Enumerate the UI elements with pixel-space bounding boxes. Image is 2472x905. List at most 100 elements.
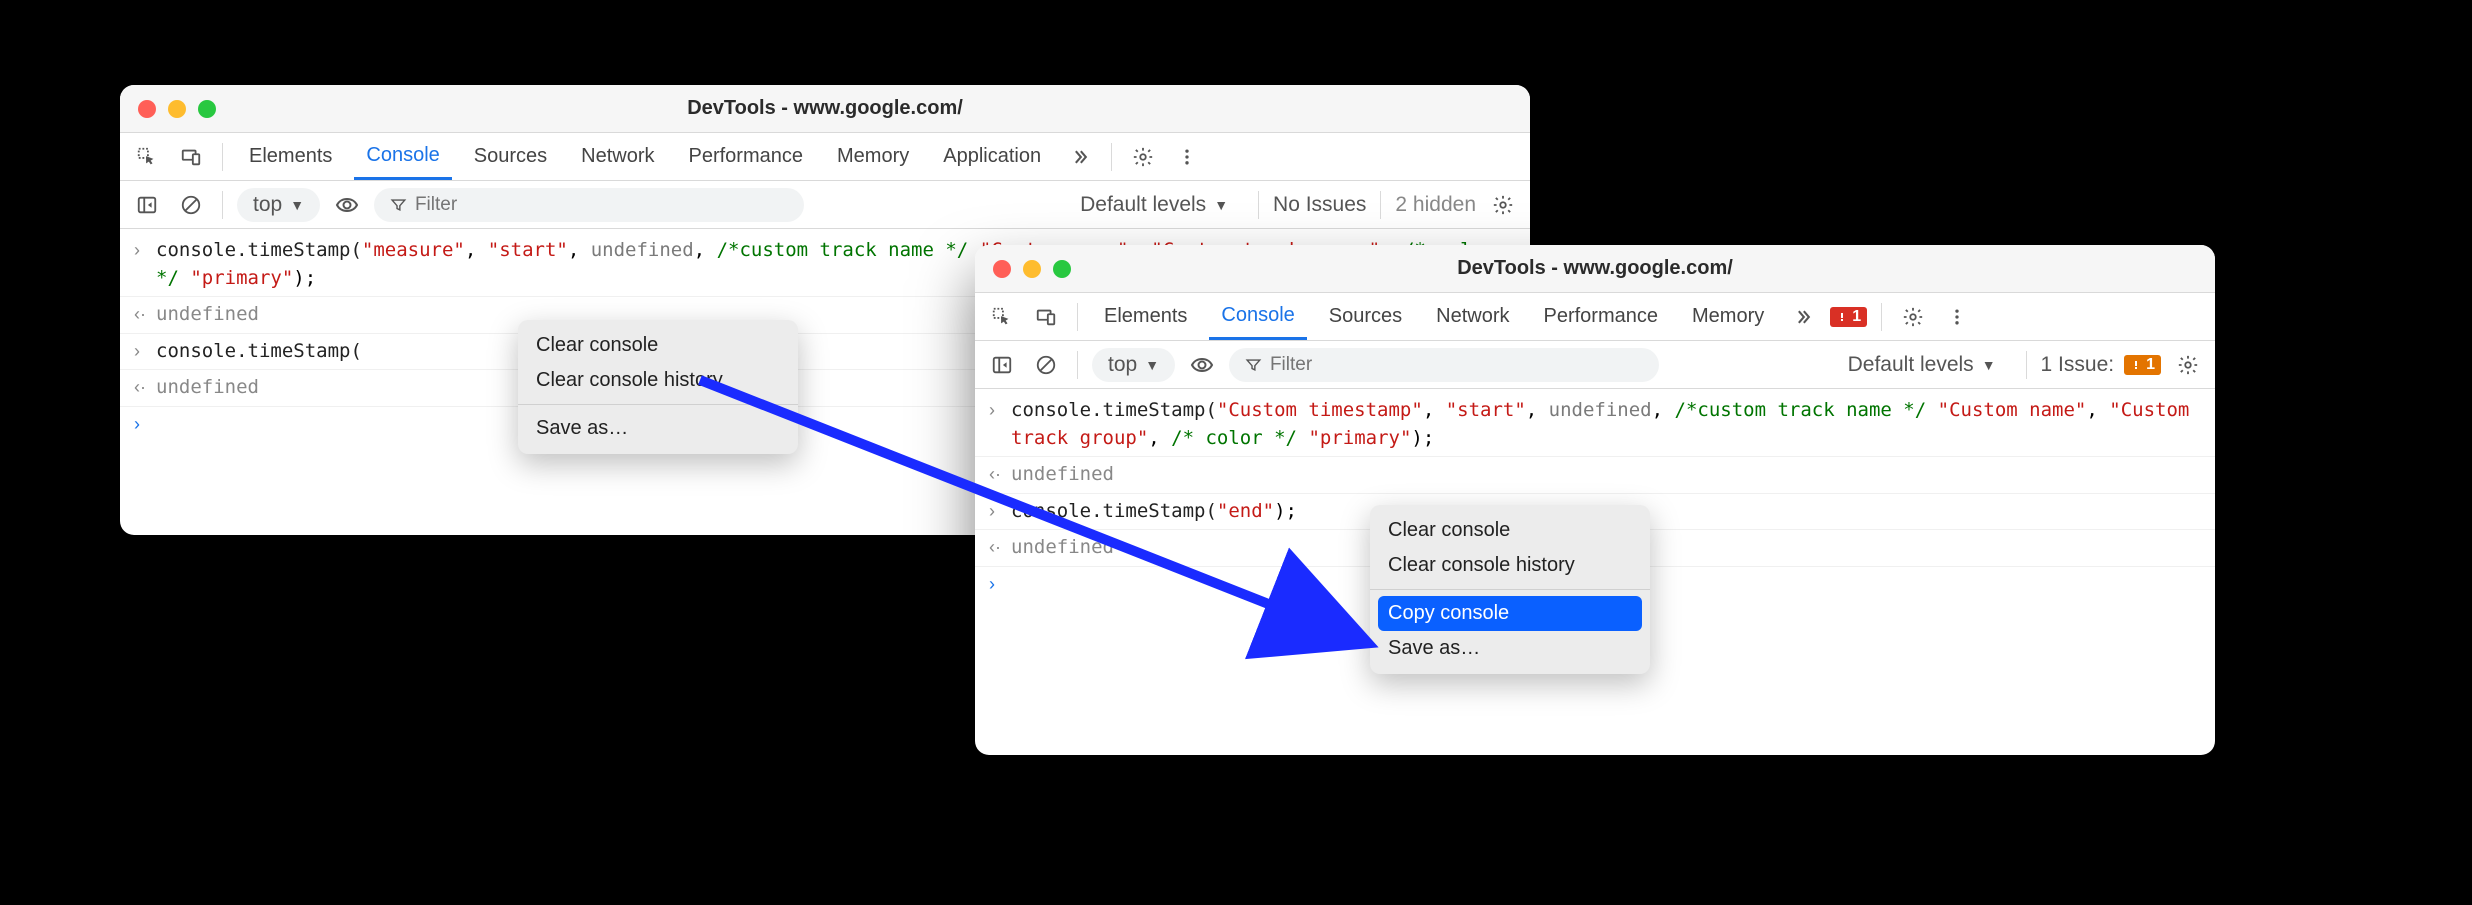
close-window-button[interactable] [993,260,1011,278]
return-value: undefined [156,374,259,402]
filter-icon [1245,356,1262,374]
settings-icon[interactable] [1126,140,1160,174]
separator [222,191,223,219]
input-caret-icon: › [134,237,156,263]
zoom-window-button[interactable] [198,100,216,118]
context-menu: Clear console Clear console history Save… [518,320,798,454]
tab-sources[interactable]: Sources [462,133,559,180]
tab-application[interactable]: Application [931,133,1053,180]
hidden-count[interactable]: 2 hidden [1395,193,1476,217]
context-selector[interactable]: top ▼ [1092,348,1175,382]
menu-clear-console[interactable]: Clear console [1370,513,1650,548]
separator [2026,351,2027,379]
chevron-down-icon: ▼ [290,197,304,213]
filter-field[interactable] [1229,348,1659,382]
clear-console-icon[interactable] [174,188,208,222]
chevron-down-icon: ▼ [1982,357,1996,373]
menu-save-as[interactable]: Save as… [1370,631,1650,666]
window-title: DevTools - www.google.com/ [975,257,2215,280]
console-toolbar: top ▼ Default levels ▼ 1 Issue: 1 [975,341,2215,389]
context-label: top [1108,353,1137,377]
devtools-window-b: DevTools - www.google.com/ Elements Cons… [975,245,2215,755]
code-line: console.timeStamp("end"); [1011,498,1297,526]
output-caret-icon: ‹· [134,301,156,327]
tab-console[interactable]: Console [1209,293,1306,340]
filter-input[interactable] [415,194,788,216]
traffic-lights [993,260,1071,278]
menu-clear-console[interactable]: Clear console [518,328,798,363]
levels-label: Default levels [1080,193,1206,217]
tab-elements[interactable]: Elements [1092,293,1199,340]
filter-field[interactable] [374,188,804,222]
error-count: 1 [1852,308,1861,326]
issues-label[interactable]: 1 Issue: [2041,353,2115,377]
menu-save-as[interactable]: Save as… [518,411,798,446]
issue-badge[interactable]: 1 [2124,355,2161,375]
sidebar-toggle-icon[interactable] [130,188,164,222]
separator [1077,351,1078,379]
menu-copy-console[interactable]: Copy console [1378,596,1642,631]
input-caret-icon: › [134,338,156,364]
issue-count: 1 [2146,356,2155,374]
devtools-tab-strip: Elements Console Sources Network Perform… [120,133,1530,181]
separator [1111,143,1112,171]
tab-memory[interactable]: Memory [1680,293,1776,340]
tab-network[interactable]: Network [1424,293,1521,340]
inspect-icon[interactable] [130,140,164,174]
error-badge[interactable]: 1 [1830,307,1867,327]
more-tabs-icon[interactable] [1063,140,1097,174]
log-levels-selector[interactable]: Default levels ▼ [1832,348,2012,382]
prompt-caret-icon: › [134,411,156,437]
device-toolbar-icon[interactable] [174,140,208,174]
return-value: undefined [1011,534,1114,562]
input-caret-icon: › [989,498,1011,524]
device-toolbar-icon[interactable] [1029,300,1063,334]
console-settings-icon[interactable] [2171,348,2205,382]
chevron-down-icon: ▼ [1145,357,1159,373]
tab-performance[interactable]: Performance [677,133,816,180]
kebab-menu-icon[interactable] [1170,140,1204,174]
window-title: DevTools - www.google.com/ [120,97,1530,120]
zoom-window-button[interactable] [1053,260,1071,278]
return-value: undefined [1011,461,1114,489]
levels-label: Default levels [1848,353,1974,377]
menu-clear-console-history[interactable]: Clear console history [518,363,798,398]
devtools-tab-strip: Elements Console Sources Network Perform… [975,293,2215,341]
kebab-menu-icon[interactable] [1940,300,1974,334]
console-settings-icon[interactable] [1486,188,1520,222]
filter-icon [390,196,407,214]
tab-console[interactable]: Console [354,133,451,180]
clear-console-icon[interactable] [1029,348,1063,382]
tab-elements[interactable]: Elements [237,133,344,180]
issues-label[interactable]: No Issues [1273,193,1366,217]
console-toolbar: top ▼ Default levels ▼ No Issues 2 hidde… [120,181,1530,229]
chevron-down-icon: ▼ [1214,197,1228,213]
menu-separator [518,404,798,405]
code-line: console.timeStamp("Custom timestamp", "s… [1011,397,2201,452]
context-selector[interactable]: top ▼ [237,188,320,222]
filter-input[interactable] [1270,354,1643,376]
live-expression-icon[interactable] [330,188,364,222]
inspect-icon[interactable] [985,300,1019,334]
console-return-line: ‹· undefined [975,457,2215,494]
close-window-button[interactable] [138,100,156,118]
menu-clear-console-history[interactable]: Clear console history [1370,548,1650,583]
minimize-window-button[interactable] [168,100,186,118]
tab-performance[interactable]: Performance [1532,293,1671,340]
console-input-line[interactable]: › console.timeStamp("Custom timestamp", … [975,393,2215,457]
tab-network[interactable]: Network [569,133,666,180]
context-menu: Clear console Clear console history Copy… [1370,505,1650,674]
sidebar-toggle-icon[interactable] [985,348,1019,382]
log-levels-selector[interactable]: Default levels ▼ [1064,188,1244,222]
output-caret-icon: ‹· [134,374,156,400]
minimize-window-button[interactable] [1023,260,1041,278]
return-value: undefined [156,301,259,329]
tab-sources[interactable]: Sources [1317,293,1414,340]
separator [1258,191,1259,219]
traffic-lights [138,100,216,118]
separator [1881,303,1882,331]
live-expression-icon[interactable] [1185,348,1219,382]
more-tabs-icon[interactable] [1786,300,1820,334]
settings-icon[interactable] [1896,300,1930,334]
tab-memory[interactable]: Memory [825,133,921,180]
